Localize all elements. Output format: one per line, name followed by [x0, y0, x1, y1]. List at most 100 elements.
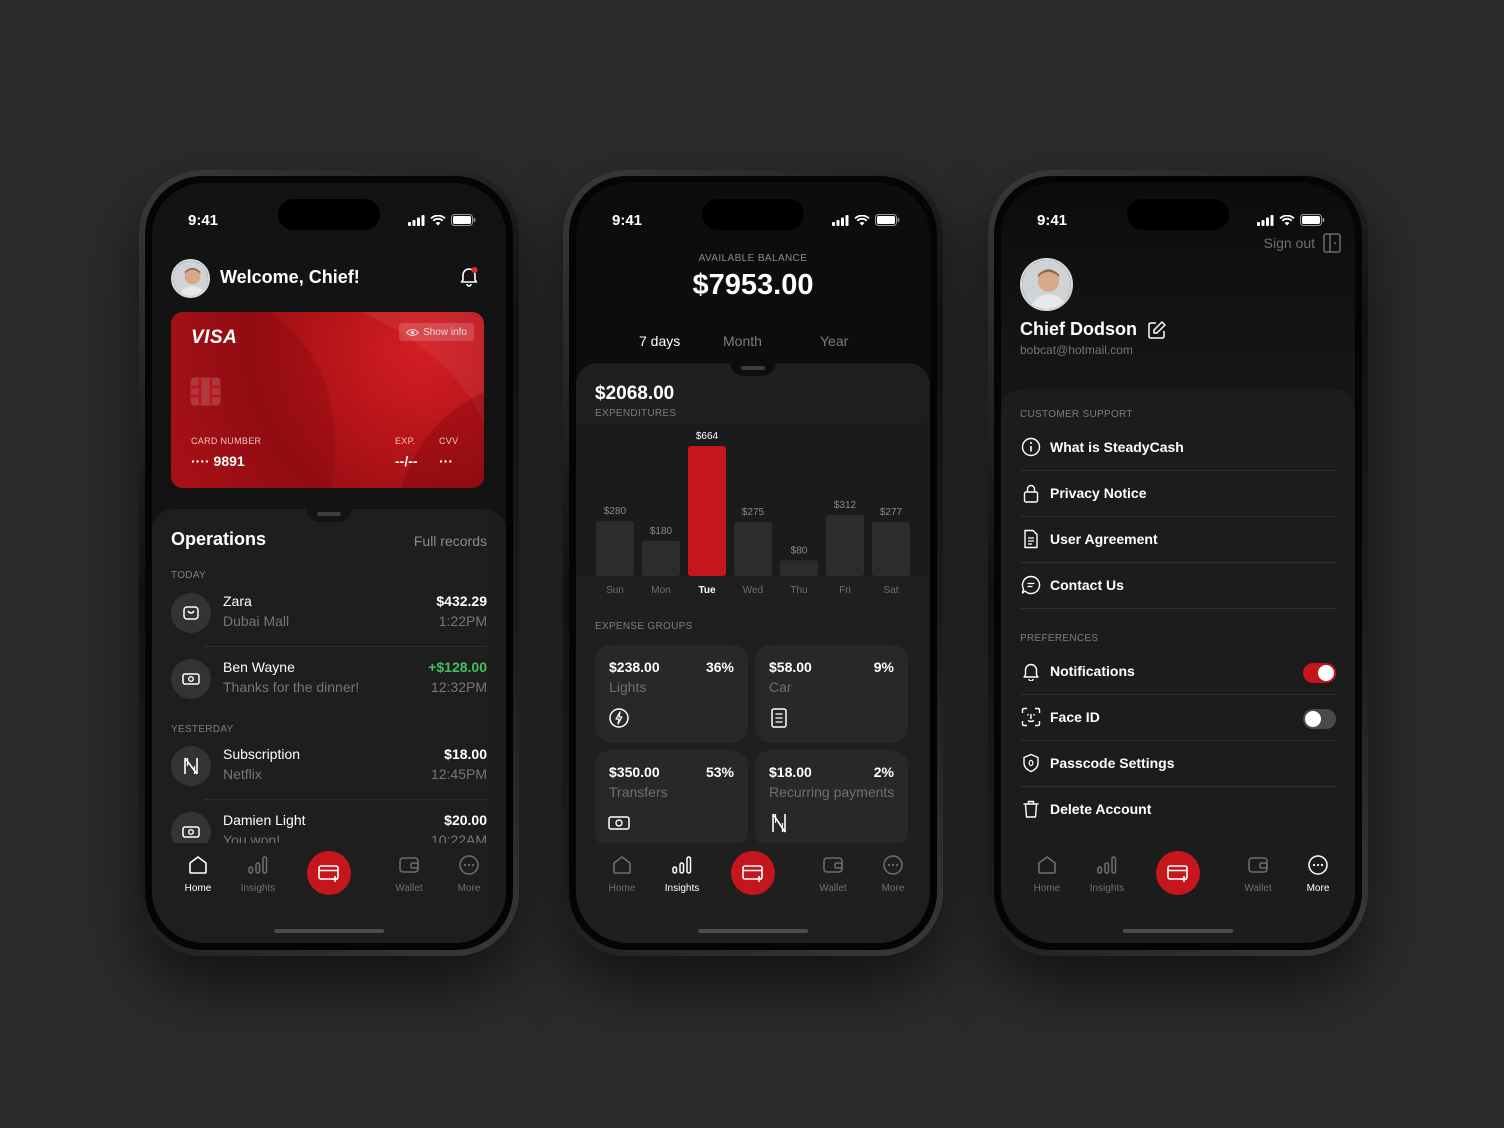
home-indicator[interactable]: [274, 929, 384, 933]
tab-label: Insights: [240, 883, 276, 894]
tab-insights[interactable]: Insights: [654, 853, 710, 894]
chart-bar-fri[interactable]: [826, 514, 864, 576]
menu-item-user-agreement[interactable]: User Agreement: [1020, 517, 1336, 563]
expense-group-card[interactable]: $350.00 53% Transfers: [595, 750, 748, 848]
expense-group-card[interactable]: $58.00 9% Car: [755, 645, 908, 743]
operation-row[interactable]: Zara Dubai Mall $432.29 1:22PM: [171, 587, 487, 641]
chart-bar-wed[interactable]: [734, 522, 772, 576]
avatar-image: [173, 261, 208, 296]
chat-icon: [1020, 574, 1042, 596]
tab-more[interactable]: More: [865, 853, 921, 894]
lock-icon: [1020, 482, 1042, 504]
card-number-label: CARD NUMBER: [191, 436, 262, 446]
tab-more[interactable]: More: [441, 853, 497, 894]
card-brand: VISA: [191, 327, 238, 348]
period-month[interactable]: Month: [723, 333, 762, 349]
tab-label: More: [1306, 883, 1330, 894]
insights-icon: [230, 853, 286, 877]
profile-name: Chief Dodson: [1020, 319, 1167, 340]
tab-wallet[interactable]: Wallet: [381, 853, 437, 894]
wifi-icon: [1279, 214, 1295, 225]
face-id-toggle[interactable]: [1303, 709, 1336, 729]
menu-item-label: Privacy Notice: [1050, 485, 1147, 501]
sign-out-icon: [1323, 233, 1341, 253]
today-label: TODAY: [171, 570, 207, 581]
signal-icon: [408, 214, 425, 226]
profile-email: bobcat@hotmail.com: [1020, 343, 1133, 357]
home-indicator[interactable]: [1123, 929, 1233, 933]
phone-insights: 9:41 AVAILABLE BALANCE $7953.00 7 days M…: [563, 170, 943, 956]
card-plus-icon: [1167, 865, 1188, 882]
show-info-label: Show info: [423, 326, 467, 338]
menu-item-privacy-notice[interactable]: Privacy Notice: [1020, 471, 1336, 517]
chart-bar-tue[interactable]: [688, 446, 726, 576]
status-time: 9:41: [1037, 212, 1068, 229]
chart-bar-sat[interactable]: [872, 521, 910, 576]
operation-time: 12:45PM: [430, 766, 487, 782]
tab-home[interactable]: Home: [170, 853, 226, 894]
tab-label: Home: [608, 883, 636, 894]
tab-bar: Home Insights Wallet More: [152, 843, 506, 943]
period-year[interactable]: Year: [820, 333, 848, 349]
menu-item-label: What is SteadyCash: [1050, 439, 1184, 455]
tab-label: More: [457, 883, 481, 894]
add-card-button[interactable]: [731, 851, 775, 895]
visa-card[interactable]: VISA Show info CARD NUMBER ···· 9891 EXP…: [171, 312, 484, 488]
group-name: Lights: [609, 679, 647, 695]
operation-subtitle: Thanks for the dinner!: [223, 679, 360, 695]
chart-bar-thu[interactable]: [780, 560, 818, 576]
divider: [204, 646, 487, 647]
expense-group-card[interactable]: $238.00 36% Lights: [595, 645, 748, 743]
more-icon: [441, 853, 497, 877]
tab-more[interactable]: More: [1290, 853, 1346, 894]
expense-group-card[interactable]: $18.00 2% Recurring payments: [755, 750, 908, 848]
menu-item-label: Notifications: [1050, 663, 1135, 679]
group-name: Transfers: [609, 784, 668, 800]
sign-out-label: Sign out: [1263, 235, 1315, 251]
add-card-button[interactable]: [307, 851, 351, 895]
menu-item-label: User Agreement: [1050, 531, 1158, 547]
show-info-button[interactable]: Show info: [399, 323, 474, 341]
chart-value-label: $277: [880, 507, 903, 518]
menu-item-contact-us[interactable]: Contact Us: [1020, 563, 1336, 609]
avatar[interactable]: [171, 259, 210, 298]
menu-item-face-id: Face ID: [1020, 695, 1336, 741]
menu-item-passcode-settings[interactable]: Passcode Settings: [1020, 741, 1336, 787]
yesterday-label: YESTERDAY: [171, 724, 234, 735]
tab-wallet[interactable]: Wallet: [805, 853, 861, 894]
operation-row[interactable]: Ben Wayne Thanks for the dinner! +$128.0…: [171, 653, 487, 707]
insights-icon: [1079, 853, 1135, 877]
status-bar: 9:41: [152, 183, 506, 243]
bag-icon: [171, 593, 211, 633]
status-bar: 9:41: [576, 183, 930, 243]
full-records-link[interactable]: Full records: [414, 533, 487, 549]
chart-bar-mon[interactable]: [642, 540, 680, 576]
dynamic-island: [702, 199, 804, 230]
profile-avatar[interactable]: [1020, 258, 1073, 311]
chart-value-label: $180: [650, 526, 673, 537]
tab-home[interactable]: Home: [594, 853, 650, 894]
tab-home[interactable]: Home: [1019, 853, 1075, 894]
tab-insights[interactable]: Insights: [1079, 853, 1135, 894]
sign-out-button[interactable]: Sign out: [1264, 233, 1341, 253]
home-indicator[interactable]: [698, 929, 808, 933]
operation-row[interactable]: Subscription Netflix $18.00 12:45PM: [171, 740, 487, 794]
operation-time: 1:22PM: [438, 613, 487, 629]
home-icon: [170, 853, 226, 877]
sheet-handle[interactable]: [306, 508, 352, 522]
period-7-days[interactable]: 7 days: [639, 333, 680, 349]
phone-bezel: 9:41 Sign out Chief Dodson bobcat@hotmai…: [994, 176, 1362, 950]
menu-item-delete-account[interactable]: Delete Account: [1020, 787, 1336, 833]
card-plus-icon: [318, 865, 339, 882]
tab-wallet[interactable]: Wallet: [1230, 853, 1286, 894]
menu-item-what-is-steadycash[interactable]: What is SteadyCash: [1020, 425, 1336, 471]
operation-title: Ben Wayne: [223, 659, 295, 675]
operation-subtitle: Dubai Mall: [223, 613, 290, 629]
chart-value-label: $664: [696, 431, 719, 442]
notifications-toggle[interactable]: [1303, 663, 1336, 683]
tab-insights[interactable]: Insights: [230, 853, 286, 894]
chart-bar-sun[interactable]: [596, 521, 634, 576]
notifications-bell-icon[interactable]: [458, 265, 480, 292]
add-card-button[interactable]: [1156, 851, 1200, 895]
edit-icon[interactable]: [1147, 320, 1167, 340]
